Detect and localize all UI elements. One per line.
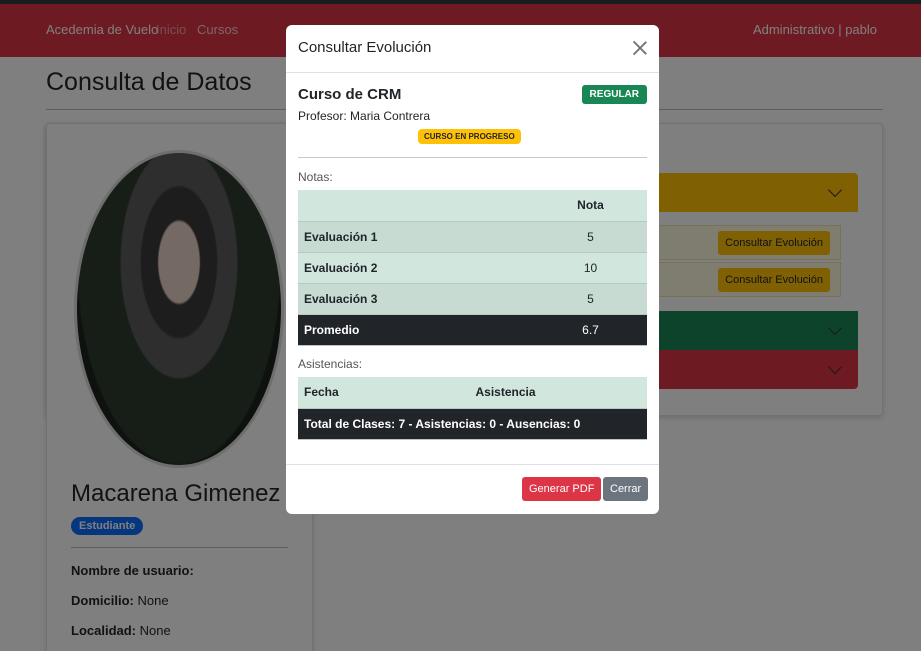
grades-header-name [298, 190, 534, 222]
table-header-row: Nota [298, 190, 647, 222]
course-title: Curso de CRM [298, 86, 402, 103]
grade-value: 5 [534, 221, 647, 253]
grade-name: Evaluación 2 [298, 252, 534, 284]
attendance-summary-row: Total de Clases: 7 - Asistencias: 0 - Au… [298, 408, 647, 440]
grade-name: Evaluación 1 [298, 221, 534, 253]
attendance-header-date: Fecha [298, 377, 418, 409]
attendance-summary: Total de Clases: 7 - Asistencias: 0 - Au… [298, 408, 647, 440]
attendance-header-attendance: Asistencia [418, 377, 647, 409]
close-icon[interactable] [631, 39, 649, 57]
modal-header: Consultar Evolución [286, 25, 659, 73]
status-badge: REGULAR [581, 85, 647, 104]
grades-header-value: Nota [534, 190, 647, 222]
table-row: Evaluación 3 5 [298, 283, 647, 315]
teacher-name: Profesor: Maria Contrera [298, 109, 431, 123]
average-label: Promedio [298, 314, 534, 346]
grade-name: Evaluación 3 [298, 283, 534, 315]
average-value: 6.7 [534, 314, 647, 346]
progress-badge: CURSO EN PROGRESO [418, 129, 521, 144]
attendance-table: Fecha Asistencia Total de Clases: 7 - As… [298, 377, 647, 440]
modal-title: Consultar Evolución [298, 39, 432, 56]
average-row: Promedio 6.7 [298, 314, 647, 346]
modal-divider [298, 157, 647, 158]
grade-value: 10 [534, 252, 647, 284]
table-header-row: Fecha Asistencia [298, 377, 647, 409]
attendance-label: Asistencias: [298, 357, 363, 371]
close-button[interactable]: Cerrar [603, 477, 649, 501]
generate-pdf-button[interactable]: Generar PDF [522, 477, 602, 501]
grades-label: Notas: [298, 170, 333, 184]
table-row: Evaluación 1 5 [298, 221, 647, 253]
evolution-modal: Consultar Evolución Curso de CRM REGULAR… [286, 25, 659, 514]
grades-table: Nota Evaluación 1 5 Evaluación 2 10 Eval… [298, 190, 647, 346]
grade-value: 5 [534, 283, 647, 315]
table-row: Evaluación 2 10 [298, 252, 647, 284]
